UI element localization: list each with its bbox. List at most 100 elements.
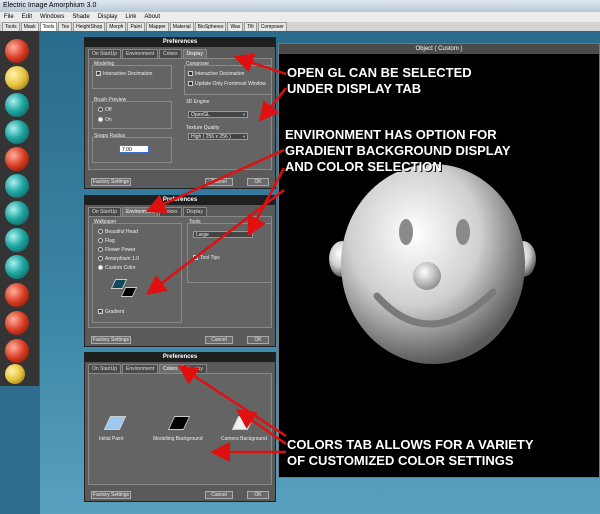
3d-engine-label: 3D Engine xyxy=(186,99,210,105)
modelling-background-swatch[interactable] xyxy=(167,416,191,430)
module-tab[interactable]: Mask xyxy=(20,22,39,31)
ok-button[interactable]: OK xyxy=(247,178,269,186)
3d-engine-dropdown[interactable]: OpenGL xyxy=(188,111,248,118)
dialog-title: Preferences xyxy=(85,38,275,47)
dialog-title: Preferences xyxy=(85,353,275,362)
initial-paint-swatch[interactable] xyxy=(103,416,127,430)
menu-windows[interactable]: Windows xyxy=(36,12,68,22)
snaps-radius-input[interactable]: 7.00 xyxy=(119,145,149,153)
menu-display[interactable]: Display xyxy=(94,12,122,22)
wallpaper-option[interactable]: Beautiful Head xyxy=(98,229,138,235)
wallpaper-option[interactable]: Custom Color xyxy=(98,265,136,271)
tab-colors[interactable]: Colors xyxy=(159,49,182,58)
brush-on-label: On xyxy=(105,117,112,123)
module-tab[interactable]: Mapper xyxy=(145,22,169,31)
camera-background-swatch[interactable] xyxy=(231,416,255,430)
annotation-line: AND COLOR SELECTION xyxy=(285,159,442,174)
dialog-tabs: On StartUp Environment Colors Display xyxy=(85,362,275,373)
interactive-decimation-checkbox[interactable]: ✓ Interactive Decimation xyxy=(96,71,152,78)
cancel-button[interactable]: Cancel xyxy=(205,491,233,499)
annotation-line: OF CUSTOMIZED COLOR SETTINGS xyxy=(287,453,514,468)
brush-on-radio[interactable]: On xyxy=(98,117,112,123)
hammer-tool-icon[interactable] xyxy=(5,39,29,63)
menu-about[interactable]: About xyxy=(140,12,164,22)
brush-preview-group xyxy=(92,101,172,129)
module-tab[interactable]: Tilt xyxy=(244,22,257,31)
tool-tips-checkbox[interactable]: ✓ Tool Tips xyxy=(193,255,220,262)
module-tab[interactable]: BioSpheres xyxy=(194,22,227,31)
menu-edit[interactable]: Edit xyxy=(18,12,36,22)
snaps-radius-label: Snaps Radius xyxy=(94,133,126,139)
pinch-tool-icon[interactable] xyxy=(5,201,29,225)
ok-button[interactable]: OK xyxy=(247,491,269,499)
cancel-button[interactable]: Cancel xyxy=(205,178,233,186)
menu-shade[interactable]: Shade xyxy=(68,12,93,22)
tab-colors[interactable]: Colors xyxy=(159,364,182,373)
annotation-line: OPEN GL CAN BE SELECTED xyxy=(287,65,472,80)
tools-size-dropdown[interactable]: Large xyxy=(193,231,253,238)
object-viewport[interactable]: Object ( Custom ) xyxy=(278,43,600,478)
scale-tool-icon[interactable] xyxy=(5,339,29,363)
texture-tool-icon[interactable] xyxy=(5,66,29,90)
modelling-background-label: Modelling Background xyxy=(153,436,203,442)
gradient-checkbox[interactable]: ✓ Gradient xyxy=(98,309,124,316)
rotate-tool-icon[interactable] xyxy=(5,311,29,335)
app-title: Electric Image Amorphium 3.0 xyxy=(3,2,97,9)
finger-tool-icon[interactable] xyxy=(5,174,29,198)
tab-on-startup[interactable]: On StartUp xyxy=(88,364,122,373)
module-tab[interactable]: Paint xyxy=(127,22,145,31)
wallpaper-label: Wallpaper xyxy=(94,219,117,225)
menu-file[interactable]: File xyxy=(0,12,18,22)
tab-environment[interactable]: Environment xyxy=(122,49,159,58)
tab-environment[interactable]: Environment xyxy=(122,364,159,373)
wallpaper-option[interactable]: Flag xyxy=(98,238,115,244)
brush-off-label: Off xyxy=(105,107,112,113)
menu-link[interactable]: Link xyxy=(121,12,140,22)
sphere-tool-icon[interactable] xyxy=(5,93,29,117)
wallpaper-option[interactable]: Flower Power xyxy=(98,247,136,253)
composer-decimation-checkbox[interactable]: Interactive Decimation xyxy=(188,71,244,77)
tab-on-startup[interactable]: On StartUp xyxy=(88,49,122,58)
smooth-tool-icon[interactable] xyxy=(5,120,29,144)
menu-bar: File Edit Windows Shade Display Link Abo… xyxy=(0,12,600,22)
module-tab[interactable]: Tools xyxy=(39,22,58,31)
tab-display[interactable]: Display xyxy=(182,364,207,373)
factory-settings-button[interactable]: Factory Settings xyxy=(91,178,131,186)
tab-display[interactable]: Display xyxy=(182,49,207,58)
annotation-colors: COLORS TAB ALLOWS FOR A VARIETY OF CUSTO… xyxy=(287,437,534,469)
tab-display[interactable]: Display xyxy=(182,207,207,216)
tab-colors[interactable]: Colors xyxy=(159,207,182,216)
tab-environment[interactable]: Environment xyxy=(122,207,159,216)
flatten-tool-icon[interactable] xyxy=(5,255,29,279)
module-tab[interactable]: Tex xyxy=(58,22,73,31)
grid-tool-icon[interactable] xyxy=(5,364,25,384)
preferences-dialog-colors: Preferences On StartUp Environment Color… xyxy=(84,352,276,502)
brush-preview-label: Brush Preview xyxy=(94,97,127,103)
wallpaper-option[interactable]: Amorphium 1.0 xyxy=(98,256,139,262)
factory-settings-button[interactable]: Factory Settings xyxy=(91,491,131,499)
inflate-tool-icon[interactable] xyxy=(5,228,29,252)
tool-tips-label: Tool Tips xyxy=(200,255,220,261)
module-tab[interactable]: HeightShop xyxy=(73,22,106,31)
cancel-button[interactable]: Cancel xyxy=(205,336,233,344)
module-tab[interactable]: Material xyxy=(169,22,194,31)
composer-group xyxy=(184,65,272,95)
magnet-tool-icon[interactable] xyxy=(5,147,29,171)
tab-on-startup[interactable]: On StartUp xyxy=(88,207,122,216)
modeling-group xyxy=(92,65,172,89)
ok-button[interactable]: OK xyxy=(247,336,269,344)
update-frontmost-checkbox[interactable]: Update Only Frontmost Window xyxy=(188,81,266,87)
module-tab[interactable]: Morph xyxy=(106,22,127,31)
module-tab[interactable]: Tools xyxy=(2,22,20,31)
factory-settings-button[interactable]: Factory Settings xyxy=(91,336,131,344)
texture-quality-dropdown[interactable]: High ( 256 x 256 ) xyxy=(188,133,248,140)
module-tab[interactable]: Wax xyxy=(227,22,244,31)
brush-off-radio[interactable]: Off xyxy=(98,107,112,113)
move-tool-icon[interactable] xyxy=(5,283,29,307)
tool-dock xyxy=(0,31,40,386)
module-tab[interactable]: Composer xyxy=(257,22,287,31)
smiley-head-model xyxy=(329,164,536,364)
environment-panel: Wallpaper Beautiful Head Flag Flower Pow… xyxy=(88,216,272,328)
texture-quality-label: Texture Quality xyxy=(186,125,220,131)
composer-label: Composer xyxy=(186,61,210,67)
